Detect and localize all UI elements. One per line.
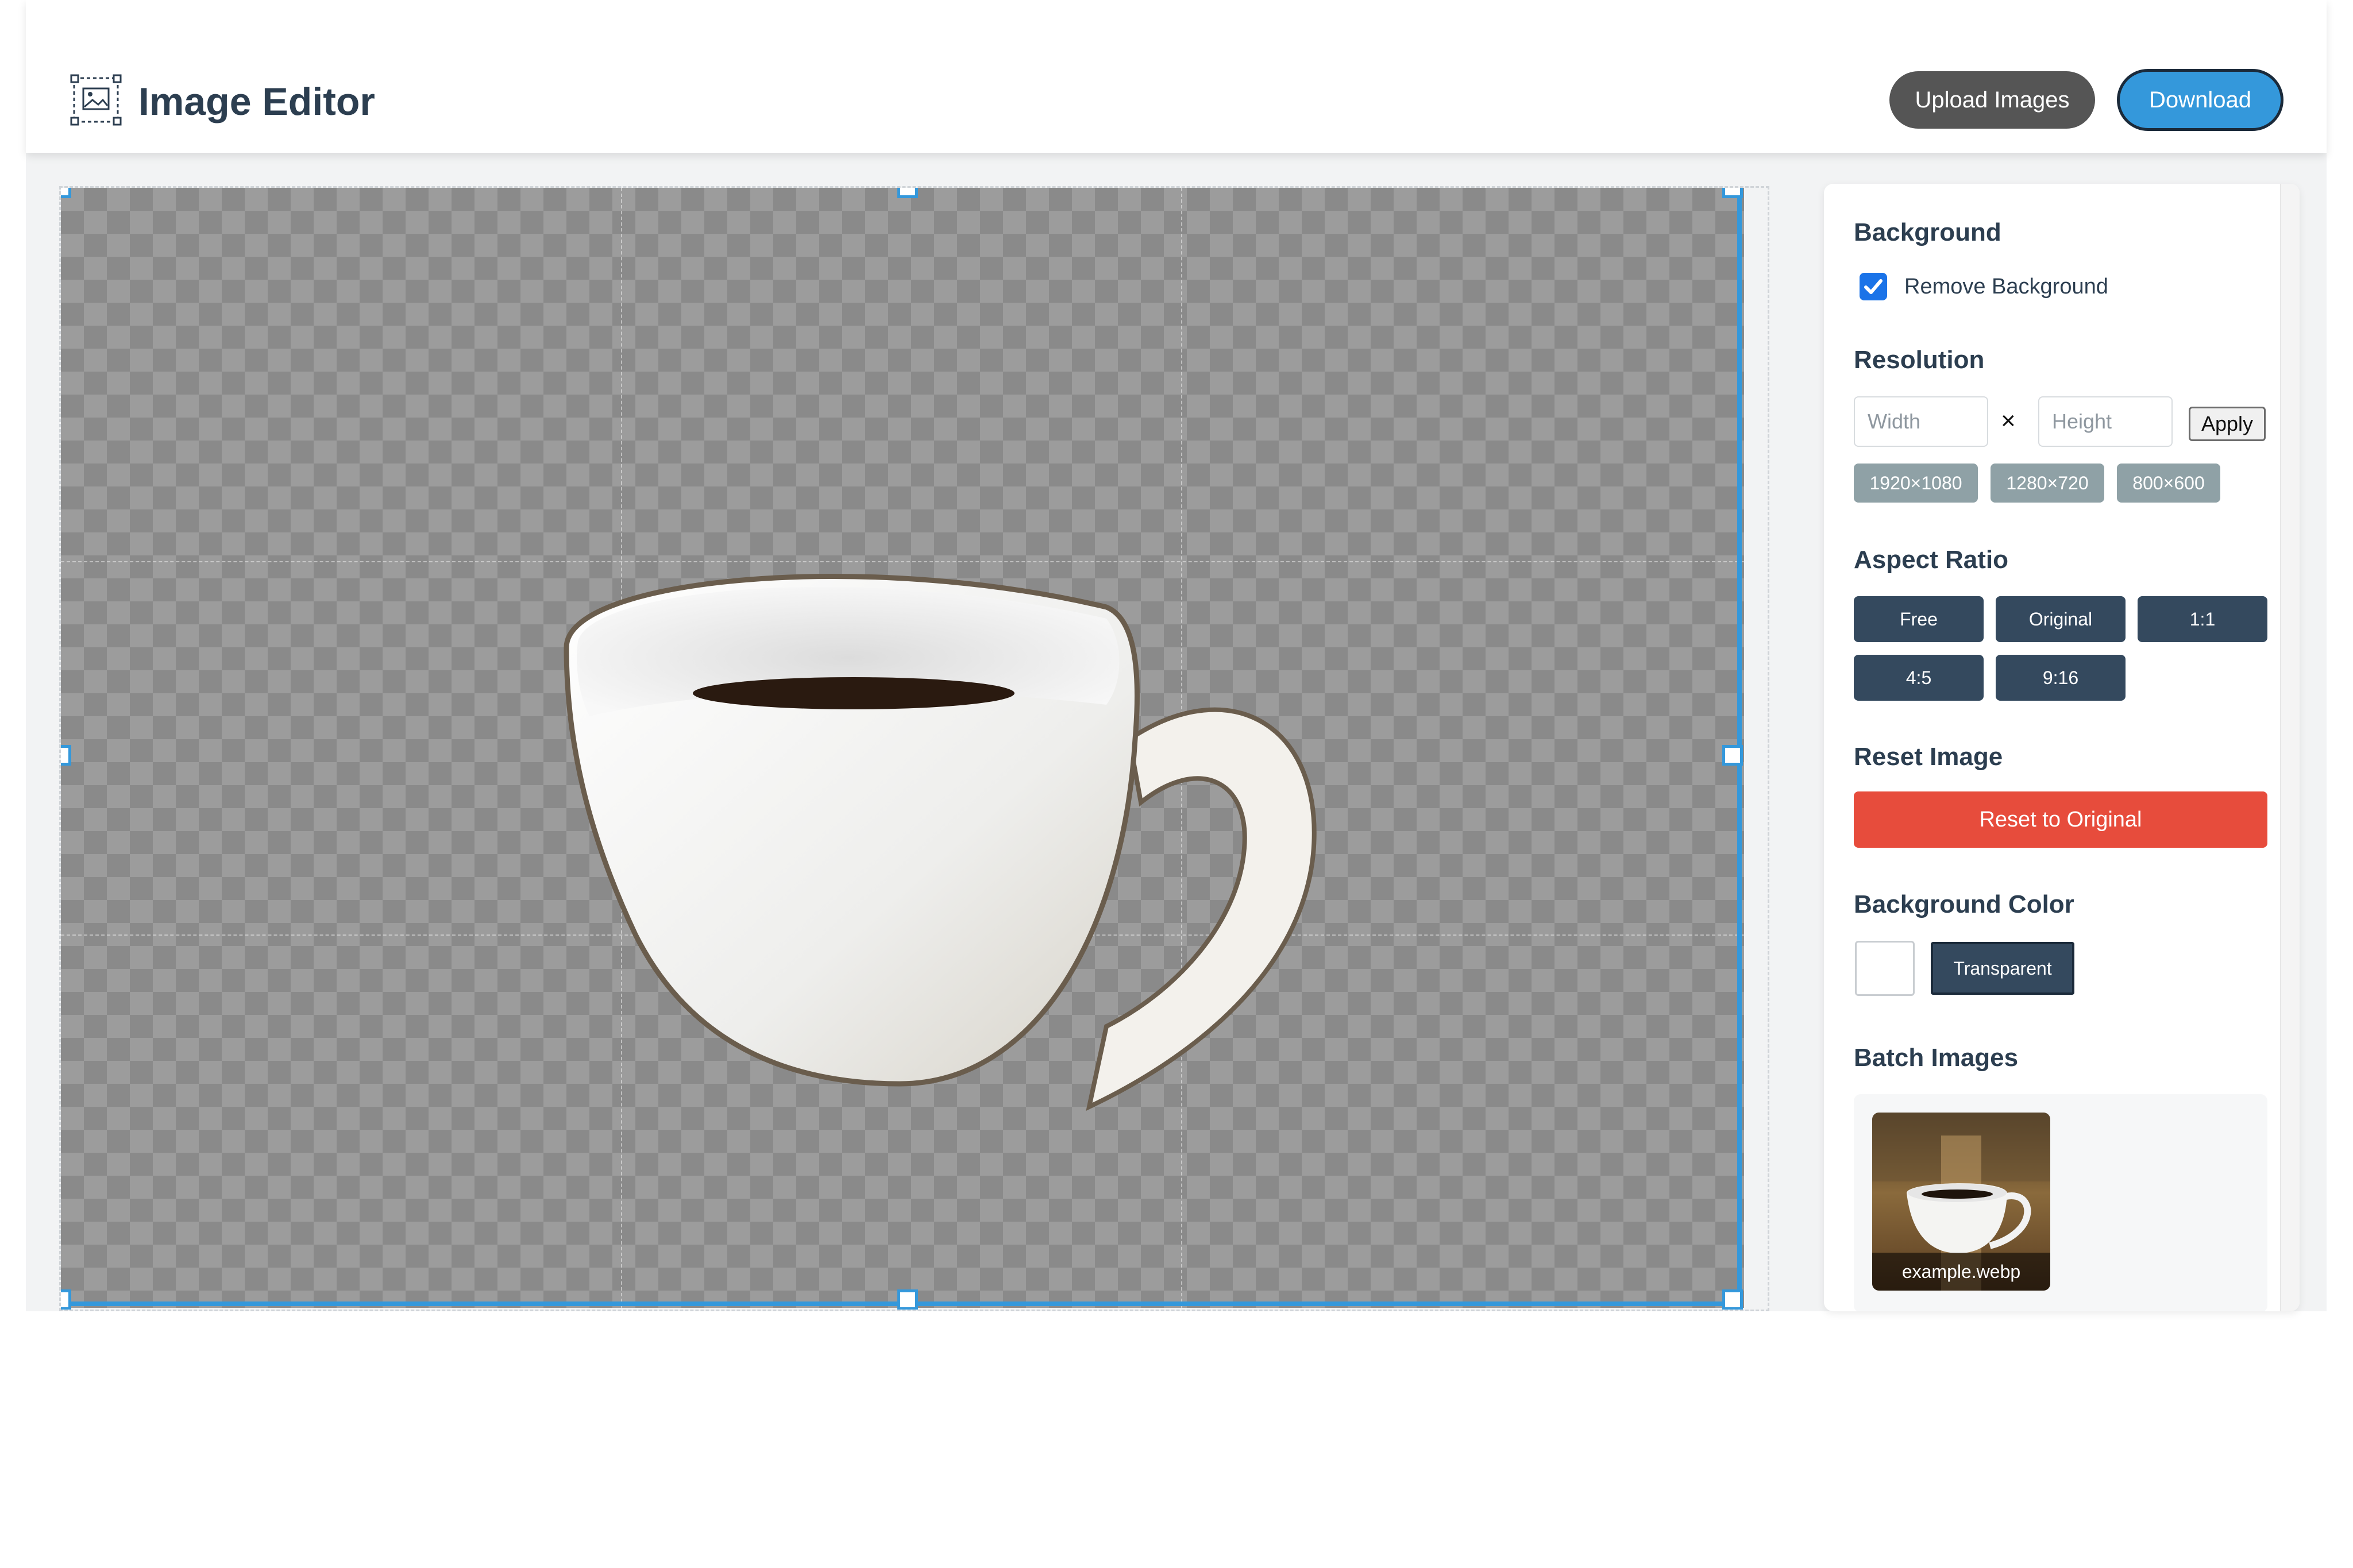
app-window: Image Editor Upload Images Download Back… — [26, 0, 2327, 1311]
remove-background-checkbox[interactable] — [1860, 273, 1887, 300]
crop-handle-right[interactable] — [1722, 745, 1743, 766]
reset-to-original-button[interactable]: Reset to Original — [1854, 791, 2267, 848]
background-color-swatch[interactable] — [1855, 941, 1915, 996]
crop-handle-top-left[interactable] — [61, 188, 71, 198]
crop-handle-top-right[interactable] — [1722, 188, 1743, 198]
crop-handle-bottom[interactable] — [897, 1289, 918, 1310]
aspect-ratio-section-title: Aspect Ratio — [1854, 546, 2008, 574]
editor-canvas[interactable]: - + — [59, 186, 1769, 1311]
preset-1280x720-button[interactable]: 1280×720 — [1991, 464, 2104, 503]
ratio-free-button[interactable]: Free — [1854, 596, 1984, 642]
reset-image-section-title: Reset Image — [1854, 743, 2003, 771]
crop-handle-bottom-left[interactable] — [61, 1289, 71, 1310]
image-select-icon — [70, 74, 122, 126]
settings-sidebar: Background Remove Background Resolution … — [1824, 184, 2300, 1311]
download-button[interactable]: Download — [2117, 69, 2283, 131]
ratio-4-5-button[interactable]: 4:5 — [1854, 655, 1984, 701]
preset-1920x1080-button[interactable]: 1920×1080 — [1854, 464, 1978, 503]
ratio-1-1-button[interactable]: 1:1 — [2138, 596, 2267, 642]
upload-images-button[interactable]: Upload Images — [1889, 71, 2095, 129]
height-input[interactable] — [2038, 396, 2173, 447]
crop-handle-bottom-right[interactable] — [1722, 1289, 1743, 1310]
batch-images-list: example.webp — [1854, 1094, 2267, 1311]
crop-handle-left[interactable] — [61, 745, 71, 766]
preset-800x600-button[interactable]: 800×600 — [2117, 464, 2220, 503]
header: Image Editor Upload Images Download — [26, 0, 2327, 153]
width-input[interactable] — [1854, 396, 1988, 447]
resolution-section-title: Resolution — [1854, 346, 1985, 374]
resolution-separator: × — [2001, 407, 2016, 435]
ratio-original-button[interactable]: Original — [1996, 596, 2126, 642]
crop-frame[interactable] — [61, 188, 1742, 1306]
app-title: Image Editor — [138, 80, 375, 123]
background-color-section-title: Background Color — [1854, 890, 2074, 918]
remove-background-label[interactable]: Remove Background — [1904, 275, 2108, 299]
transparent-background-button[interactable]: Transparent — [1931, 942, 2074, 995]
background-section-title: Background — [1854, 218, 2001, 246]
checkmark-icon — [1864, 279, 1883, 294]
crop-handle-top[interactable] — [897, 188, 918, 198]
batch-images-section-title: Batch Images — [1854, 1044, 2019, 1072]
batch-image-filename: example.webp — [1872, 1253, 2050, 1291]
batch-image-thumbnail[interactable]: example.webp — [1872, 1113, 2050, 1291]
apply-resolution-button[interactable]: Apply — [2189, 407, 2266, 441]
sidebar-scrollbar[interactable] — [2280, 184, 2300, 1311]
ratio-9-16-button[interactable]: 9:16 — [1996, 655, 2126, 701]
